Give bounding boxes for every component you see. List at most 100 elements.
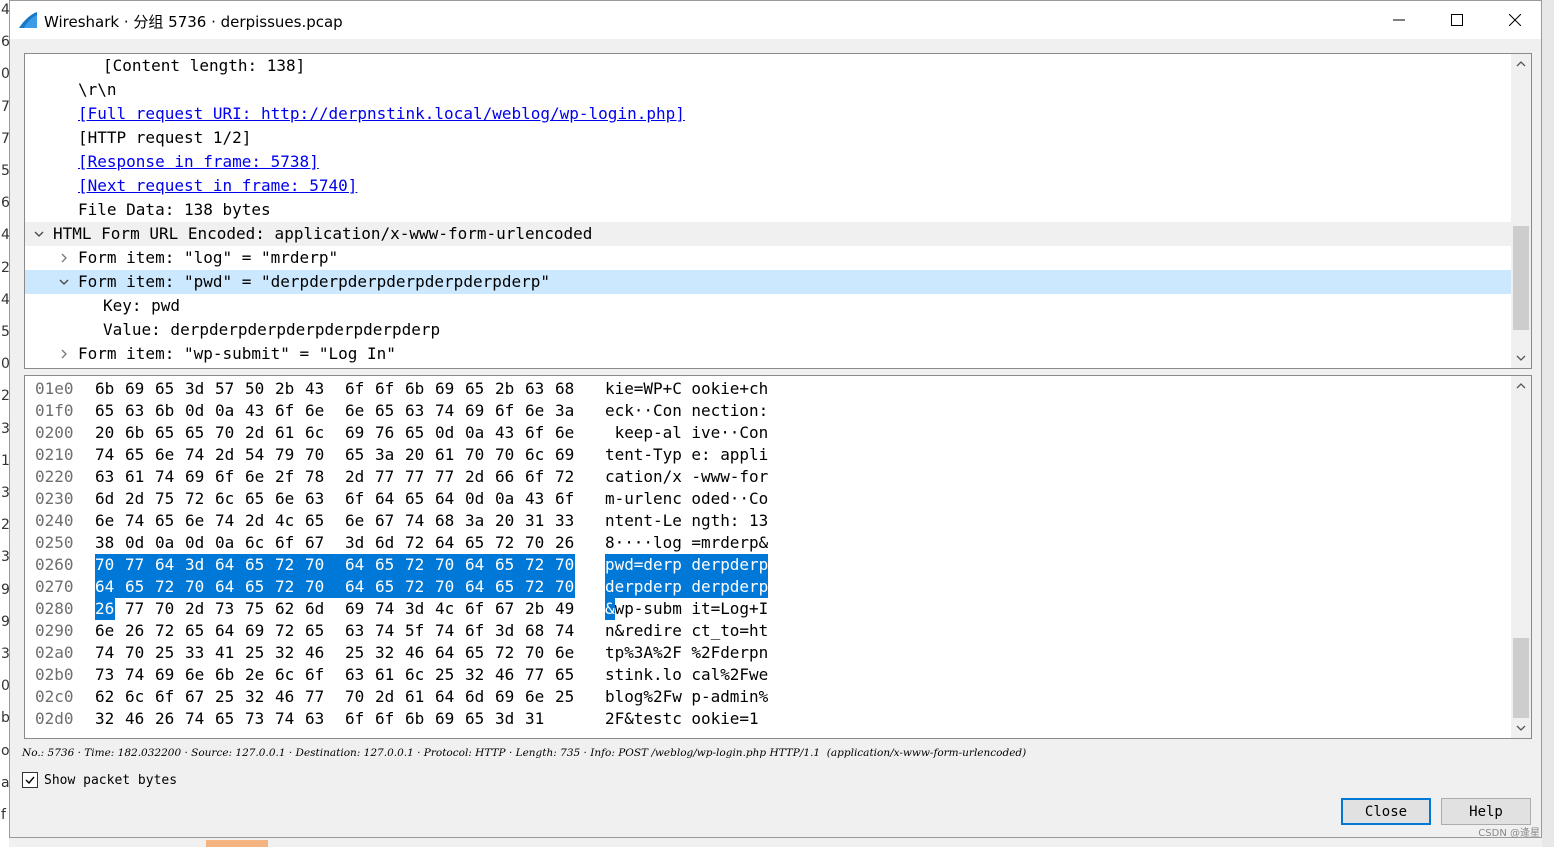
hex-byte[interactable]: 4c (435, 598, 455, 620)
ascii-char[interactable]: - (691, 466, 701, 488)
ascii-char[interactable]: t (720, 400, 730, 422)
hex-byte[interactable]: 69 (465, 400, 485, 422)
ascii-char[interactable]: e (701, 576, 711, 598)
hex-byte[interactable]: 3d (185, 554, 215, 576)
hex-byte[interactable]: 61 (375, 664, 395, 686)
ascii-char[interactable]: : (730, 510, 740, 532)
hex-byte[interactable]: 31 (525, 510, 545, 532)
hex-byte[interactable]: 73 (245, 708, 265, 730)
hex-byte[interactable]: 73 (215, 598, 235, 620)
ascii-char[interactable]: c (672, 708, 682, 730)
ascii-char[interactable]: e (730, 378, 740, 400)
hex-byte[interactable]: 61 (435, 444, 455, 466)
hex-byte[interactable]: 0d (465, 488, 485, 510)
hex-byte[interactable]: 63 (305, 708, 325, 730)
hex-byte[interactable]: 32 (465, 664, 485, 686)
ascii-char[interactable]: c (605, 466, 615, 488)
ascii-char[interactable]: n (653, 466, 663, 488)
ascii-char[interactable]: e (711, 422, 721, 444)
ascii-char[interactable]: d (701, 488, 711, 510)
hex-byte[interactable]: 2d (375, 686, 395, 708)
hex-byte[interactable]: 6c (125, 686, 145, 708)
hex-byte[interactable]: 6e (185, 510, 205, 532)
hex-byte[interactable]: 0d (185, 532, 205, 554)
hex-byte[interactable]: 63 (305, 488, 325, 510)
hex-byte[interactable]: 3a (375, 444, 395, 466)
hex-byte[interactable]: 65 (465, 708, 485, 730)
ascii-char[interactable]: t (605, 444, 615, 466)
hex-byte[interactable]: 69 (245, 620, 265, 642)
ascii-char[interactable]: · (624, 532, 634, 554)
ascii-char[interactable]: · (634, 400, 644, 422)
hex-byte[interactable]: 64 (465, 554, 495, 576)
hex-byte[interactable]: 70 (555, 554, 575, 576)
hex-byte[interactable]: 25 (155, 642, 175, 664)
tree-row[interactable]: Form item: "pwd" = "derpderpderpderpderp… (25, 270, 1511, 294)
ascii-char[interactable]: p (672, 576, 692, 598)
ascii-char[interactable]: t (759, 620, 769, 642)
ascii-char[interactable]: t (701, 598, 711, 620)
hex-byte[interactable]: 61 (275, 422, 295, 444)
hex-byte[interactable]: 65 (305, 510, 325, 532)
hex-byte[interactable]: 69 (435, 378, 455, 400)
ascii-char[interactable]: b (605, 686, 615, 708)
ascii-char[interactable]: · (720, 422, 730, 444)
ascii-char[interactable]: e (605, 400, 615, 422)
hex-byte[interactable]: 6d (465, 686, 485, 708)
ascii-char[interactable]: · (634, 532, 644, 554)
ascii-char[interactable]: l (643, 488, 653, 510)
ascii-char[interactable]: 3 (759, 510, 769, 532)
hex-byte[interactable]: 65 (465, 532, 485, 554)
hex-byte[interactable]: 64 (95, 576, 125, 598)
ascii-char[interactable]: p (720, 576, 730, 598)
ascii-char[interactable]: % (653, 642, 663, 664)
close-button[interactable]: Close (1341, 798, 1431, 825)
hex-byte[interactable]: 64 (435, 642, 455, 664)
ascii-char[interactable]: n (759, 422, 769, 444)
hex-byte[interactable]: 65 (215, 708, 235, 730)
ascii-char[interactable]: o (701, 708, 711, 730)
ascii-char[interactable]: i (691, 598, 701, 620)
ascii-char[interactable]: n (663, 488, 673, 510)
ascii-char[interactable]: % (720, 664, 730, 686)
ascii-char[interactable]: F (615, 708, 625, 730)
hex-byte[interactable]: 6f (375, 708, 395, 730)
hex-byte[interactable]: 64 (215, 576, 245, 598)
ascii-char[interactable]: = (711, 598, 721, 620)
ascii-char[interactable]: % (624, 642, 634, 664)
hex-byte[interactable]: 0a (215, 532, 235, 554)
ascii-char[interactable]: p (672, 554, 692, 576)
hex-byte[interactable]: 74 (275, 708, 295, 730)
hex-byte[interactable]: 69 (495, 686, 515, 708)
hex-byte[interactable]: 61 (125, 466, 145, 488)
ascii-char[interactable]: l (663, 664, 673, 686)
hex-byte[interactable]: 38 (95, 532, 115, 554)
hex-byte[interactable]: 72 (525, 554, 555, 576)
ascii-char[interactable]: o (624, 686, 634, 708)
ascii-char[interactable]: n (634, 510, 644, 532)
hex-byte[interactable]: 32 (275, 642, 295, 664)
hex-byte[interactable]: 0a (465, 422, 485, 444)
ascii-char[interactable]: o (691, 378, 701, 400)
ascii-char[interactable]: r (662, 576, 672, 598)
hex-byte[interactable]: 72 (405, 576, 435, 598)
ascii-char[interactable]: i (720, 708, 730, 730)
ascii-char[interactable]: - (615, 488, 625, 510)
ascii-char[interactable]: - (643, 444, 653, 466)
hex-byte[interactable]: 70 (525, 642, 545, 664)
hex-byte[interactable]: 64 (155, 554, 185, 576)
ascii-char[interactable]: g (634, 686, 644, 708)
ascii-char[interactable]: r (710, 554, 720, 576)
hex-byte[interactable]: 2d (345, 466, 365, 488)
ascii-char[interactable]: d (691, 554, 701, 576)
hex-byte[interactable]: 72 (185, 488, 205, 510)
ascii-char[interactable]: 3 (634, 642, 644, 664)
hex-byte[interactable]: 72 (525, 576, 555, 598)
hex-byte[interactable]: 6e (95, 510, 115, 532)
hex-byte[interactable]: 65 (555, 664, 575, 686)
hex-byte[interactable]: 69 (555, 444, 575, 466)
hex-byte[interactable]: 65 (185, 422, 205, 444)
hex-byte[interactable]: 63 (525, 378, 545, 400)
hex-byte[interactable]: 70 (155, 598, 175, 620)
ascii-char[interactable]: c (749, 378, 759, 400)
